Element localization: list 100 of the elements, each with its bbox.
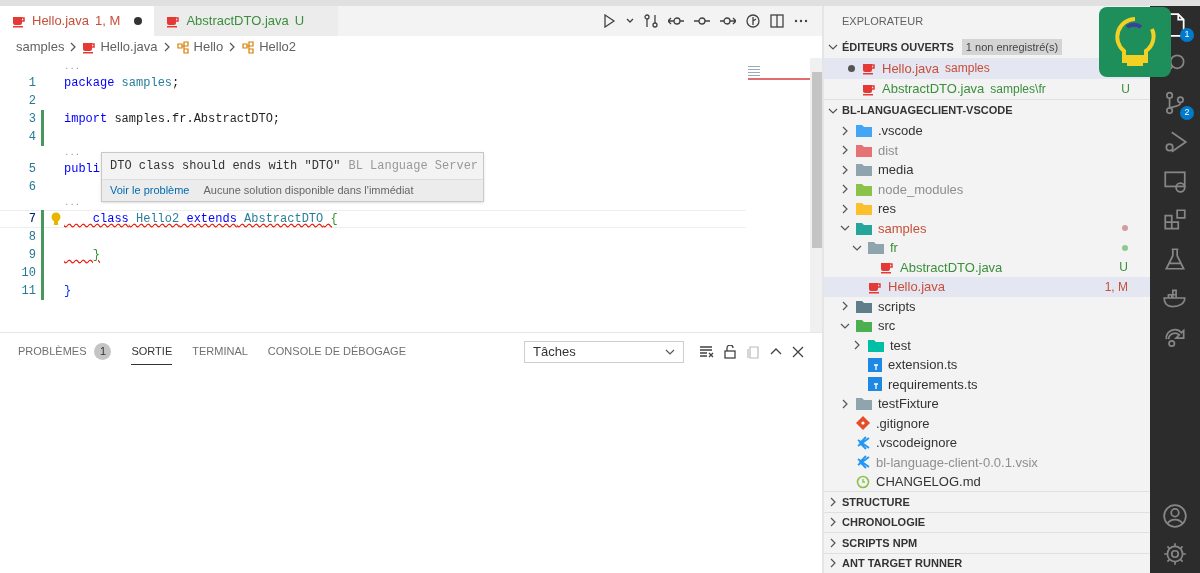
tree-item[interactable]: test bbox=[824, 335, 1150, 355]
coffee-cup-icon bbox=[862, 61, 876, 76]
account-icon[interactable] bbox=[1162, 503, 1188, 529]
chevron-right-icon[interactable] bbox=[828, 558, 838, 569]
file-path: samples bbox=[945, 60, 990, 78]
close-icon[interactable] bbox=[792, 346, 804, 358]
file-name: .vscode bbox=[878, 122, 923, 140]
git-status-label: 1, M bbox=[95, 12, 121, 31]
chevron-right-icon[interactable] bbox=[840, 145, 850, 156]
timeline-icon[interactable] bbox=[746, 14, 760, 28]
editor-tab[interactable]: AbstractDTO.java U bbox=[154, 6, 339, 36]
file-name: extension.ts bbox=[888, 356, 958, 374]
chevron-right-icon[interactable] bbox=[840, 164, 850, 175]
panel-tab[interactable]: CONSOLE DE DÉBOGAGE bbox=[267, 339, 406, 365]
chevron-right-icon[interactable] bbox=[840, 301, 850, 312]
tree-item[interactable]: media bbox=[824, 160, 1150, 180]
compare-changes-icon[interactable] bbox=[644, 14, 658, 28]
hover-note: Aucune solution disponible dans l'immédiat bbox=[203, 183, 414, 199]
tree-item[interactable]: testFixture bbox=[824, 394, 1150, 414]
file-name: AbstractDTO.java bbox=[900, 258, 1003, 277]
chevron-right-icon[interactable] bbox=[840, 203, 850, 214]
breadcrumb[interactable]: samples bbox=[16, 37, 65, 57]
unlock-icon[interactable] bbox=[724, 345, 736, 359]
file-path: samples\fr bbox=[990, 80, 1046, 98]
ribbon-icon bbox=[856, 435, 870, 450]
file-name: test bbox=[890, 336, 911, 355]
tree-item[interactable]: fr bbox=[824, 238, 1150, 258]
tree-item[interactable]: res bbox=[824, 199, 1150, 219]
output-channel-dropdown[interactable]: Tâches bbox=[524, 341, 684, 363]
view-problem-link[interactable]: Voir le problème bbox=[110, 182, 190, 199]
tree-item[interactable]: .gitignore bbox=[824, 413, 1150, 433]
run-debug-icon[interactable] bbox=[1162, 129, 1188, 155]
remote-screen-icon[interactable] bbox=[1162, 168, 1188, 194]
sidebar-title: EXPLORATEUR bbox=[842, 13, 924, 29]
chevron-right-icon[interactable] bbox=[840, 125, 850, 136]
coffee-cup-icon bbox=[166, 14, 181, 28]
section-header[interactable]: STRUCTURE bbox=[842, 493, 910, 510]
file-name: .vscodeignore bbox=[876, 434, 957, 452]
split-editor-icon[interactable] bbox=[770, 14, 784, 28]
file-name: src bbox=[878, 317, 896, 335]
coffee-cup-icon bbox=[880, 260, 894, 275]
tree-item[interactable]: .vscode bbox=[824, 121, 1150, 141]
file-name: samples bbox=[878, 219, 927, 238]
chevron-right-icon[interactable] bbox=[840, 184, 850, 195]
chevron-right-icon[interactable] bbox=[828, 517, 838, 528]
flask-icon[interactable] bbox=[1162, 246, 1188, 272]
tab-label: AbstractDTO.java bbox=[186, 12, 289, 31]
chevron-down-icon[interactable] bbox=[665, 347, 675, 357]
section-header[interactable]: ÉDITEURS OUVERTS bbox=[842, 38, 954, 56]
chevron-down-icon[interactable] bbox=[828, 42, 838, 52]
panel-tab[interactable]: TERMINAL bbox=[192, 339, 248, 365]
line-number: 7 bbox=[27, 211, 36, 228]
more-icon[interactable] bbox=[794, 19, 808, 23]
tree-item[interactable]: .vscodeignore bbox=[824, 433, 1150, 453]
commit-icon[interactable] bbox=[720, 14, 736, 28]
chevron-right-icon[interactable] bbox=[852, 340, 862, 351]
panel-tab[interactable]: SORTIE bbox=[131, 339, 173, 365]
breadcrumb[interactable]: Hello.java bbox=[82, 37, 158, 57]
run-icon[interactable] bbox=[602, 14, 616, 28]
extensions-icon[interactable] bbox=[1162, 207, 1188, 233]
tree-item[interactable]: samples bbox=[824, 218, 1150, 238]
line-number: 11 bbox=[20, 283, 36, 300]
git-status-label: 1, M bbox=[1104, 278, 1128, 296]
file-name: res bbox=[878, 200, 897, 218]
breadcrumb[interactable]: Hello bbox=[175, 37, 224, 57]
tree-item[interactable]: extension.ts bbox=[824, 355, 1150, 375]
line-number: 3 bbox=[27, 111, 36, 128]
commit-icon[interactable] bbox=[694, 14, 710, 28]
open-editor-item[interactable]: AbstractDTO.java samples\fr U bbox=[824, 78, 1150, 99]
file-name: .gitignore bbox=[876, 414, 930, 433]
file-name: node_modules bbox=[878, 180, 964, 199]
tree-item[interactable]: src bbox=[824, 316, 1150, 336]
coffee-cup-icon bbox=[82, 40, 97, 54]
panel-tab[interactable]: PROBLÈMES 1 bbox=[18, 339, 112, 365]
breadcrumb[interactable]: Hello2 bbox=[241, 37, 296, 57]
chevron-right-icon[interactable] bbox=[840, 398, 850, 409]
editor-tab[interactable]: Hello.java 1, M bbox=[0, 6, 155, 36]
scrollbar[interactable] bbox=[810, 58, 822, 332]
ribbon-icon bbox=[856, 455, 870, 470]
code-line: import samples.fr.AbstractDTO; bbox=[64, 111, 281, 128]
section-header[interactable]: ANT TARGET RUNNER bbox=[842, 555, 963, 572]
section-header[interactable]: CHRONOLOGIE bbox=[842, 514, 926, 531]
section-header[interactable]: BL-LANGUAGECLIENT-VSCODE bbox=[842, 102, 1013, 119]
line-number: 6 bbox=[27, 179, 36, 196]
tree-item[interactable]: requirements.ts bbox=[824, 374, 1150, 394]
line-number: 10 bbox=[20, 265, 36, 282]
chevron-down-icon[interactable] bbox=[626, 17, 634, 25]
clear-output-icon[interactable] bbox=[700, 346, 714, 358]
tree-item[interactable]: CHANGELOG.md bbox=[824, 472, 1150, 491]
chevron-right-icon[interactable] bbox=[828, 496, 838, 507]
chevron-right-icon[interactable] bbox=[828, 537, 838, 548]
git-status-label: U bbox=[1119, 259, 1128, 277]
line-number: 1 bbox=[27, 75, 36, 92]
settings-icon[interactable] bbox=[1162, 541, 1188, 567]
file-name: fr bbox=[890, 239, 898, 257]
tree-item[interactable]: Hello.java 1, M bbox=[824, 277, 1150, 297]
section-header[interactable]: SCRIPTS NPM bbox=[842, 534, 918, 551]
commit-icon[interactable] bbox=[668, 14, 684, 28]
tree-item[interactable]: scripts bbox=[824, 296, 1150, 316]
tree-item[interactable]: AbstractDTO.java U bbox=[824, 257, 1150, 277]
